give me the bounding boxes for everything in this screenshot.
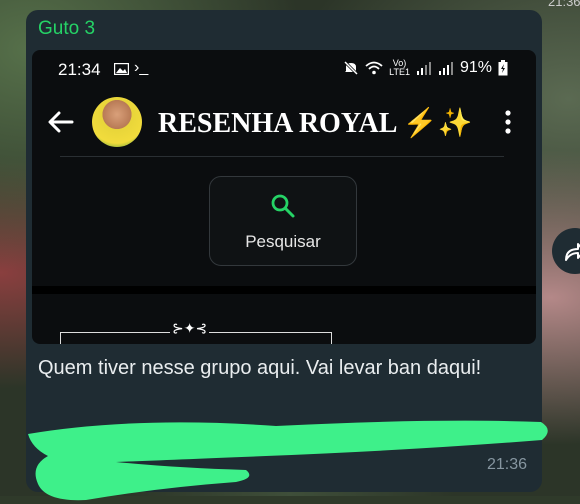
message-text: Quem tiver nesse grupo aqui. Vai levar b… bbox=[38, 357, 482, 379]
redaction-scribble bbox=[28, 420, 548, 501]
message-timestamp: 21:36 bbox=[486, 456, 527, 473]
partial-timestamp: 21:36 bbox=[548, 0, 580, 9]
kebab-menu-icon[interactable] bbox=[502, 108, 514, 136]
group-title[interactable]: RESENHA ROYAL ⚡✨ bbox=[158, 106, 473, 140]
sender-name[interactable]: Guto 3 bbox=[38, 18, 95, 40]
section-band bbox=[32, 286, 536, 294]
back-arrow-icon[interactable] bbox=[46, 108, 76, 136]
image-attachment[interactable]: 21:34 ›_ Vo) LTE1 91% RESENHA ROYAL ⚡✨ P… bbox=[32, 50, 536, 344]
forward-icon bbox=[565, 243, 580, 261]
ornament-glyph: ⊱✦⊰ bbox=[170, 320, 210, 337]
volte-indicator: Vo) LTE1 bbox=[389, 58, 410, 77]
divider bbox=[60, 156, 504, 157]
battery-icon bbox=[498, 60, 508, 76]
group-avatar[interactable] bbox=[92, 97, 142, 147]
image-icon bbox=[114, 63, 129, 75]
signal-icon bbox=[416, 62, 431, 75]
status-bar: 21:34 ›_ Vo) LTE1 91% bbox=[32, 50, 536, 88]
terminal-glyph: ›_ bbox=[134, 59, 149, 76]
signal-icon-2 bbox=[438, 62, 453, 75]
status-time: 21:34 bbox=[58, 60, 101, 79]
group-app-bar: RESENHA ROYAL ⚡✨ bbox=[32, 90, 536, 154]
search-button[interactable]: Pesquisar bbox=[209, 176, 357, 266]
mute-icon bbox=[344, 60, 359, 76]
search-button-label: Pesquisar bbox=[245, 232, 321, 251]
battery-percent: 91% bbox=[459, 59, 492, 76]
message-bubble[interactable]: Guto 3 21:34 ›_ Vo) LTE1 91% RESENHA ROY… bbox=[26, 10, 548, 501]
wifi-icon bbox=[365, 61, 383, 75]
status-indicators: Vo) LTE1 91% bbox=[343, 59, 508, 77]
search-icon bbox=[271, 194, 295, 218]
